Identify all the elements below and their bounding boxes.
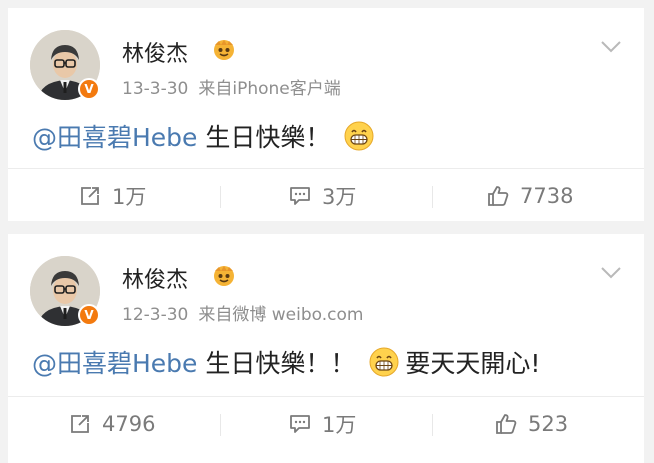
like-button[interactable]: 7738: [486, 174, 573, 218]
comment-count: 3万: [322, 185, 357, 209]
like-icon: [494, 412, 518, 436]
repost-button[interactable]: 1万: [78, 174, 146, 218]
repost-button[interactable]: 4796: [68, 402, 155, 446]
like-button[interactable]: 523: [494, 402, 568, 446]
author-name[interactable]: 林俊杰: [122, 36, 188, 68]
divider: [220, 414, 221, 436]
comment-button[interactable]: 3万: [288, 174, 356, 218]
comment-button[interactable]: 1万: [288, 402, 356, 446]
post-date: 12-3-30: [122, 305, 189, 325]
post-source: 来自微博 weibo.com: [198, 305, 364, 325]
post-text: @田喜碧Hebe 生日快樂！: [32, 118, 380, 154]
like-count: 7738: [520, 184, 574, 208]
member-crown-icon: [212, 37, 236, 61]
divider: [432, 186, 433, 208]
divider: [432, 414, 433, 436]
chevron-down-icon[interactable]: [600, 266, 622, 280]
member-crown-icon: [212, 263, 236, 287]
mention-link[interactable]: @田喜碧Hebe: [32, 123, 197, 152]
verified-badge-icon: V: [78, 304, 100, 326]
like-icon: [486, 184, 510, 208]
action-bar: 4796 1万 523: [8, 402, 644, 446]
mention-link[interactable]: @田喜碧Hebe: [32, 349, 197, 378]
repost-icon: [68, 412, 92, 436]
post-source: 来自iPhone客户端: [198, 79, 341, 99]
divider: [8, 168, 644, 169]
grin-emoji-icon: [344, 121, 374, 151]
like-count: 523: [528, 412, 569, 436]
post-text-main: 生日快樂！！: [197, 349, 356, 378]
weibo-post-card: V 林俊杰 13-3-30 来自iPhone客户端 @田喜碧Hebe 生日快樂！ …: [8, 8, 644, 221]
post-meta: 13-3-30 来自iPhone客户端: [122, 74, 341, 99]
chevron-down-icon[interactable]: [600, 40, 622, 54]
post-meta: 12-3-30 来自微博 weibo.com: [122, 300, 363, 325]
divider: [220, 186, 221, 208]
action-bar: 1万 3万 7738: [8, 174, 644, 218]
divider: [8, 396, 644, 397]
post-date: 13-3-30: [122, 79, 189, 99]
repost-count: 1万: [112, 185, 147, 209]
author-name[interactable]: 林俊杰: [122, 262, 188, 294]
post-text-main: 生日快樂！: [197, 123, 331, 152]
post-text-after: 要天天開心!: [405, 349, 541, 378]
post-text: @田喜碧Hebe 生日快樂！！ 要天天開心!: [32, 344, 540, 380]
comment-icon: [288, 412, 312, 436]
weibo-post-card: V 林俊杰 12-3-30 来自微博 weibo.com @田喜碧Hebe 生日快…: [8, 234, 644, 463]
grin-emoji-icon: [369, 347, 399, 377]
comment-count: 1万: [322, 413, 357, 437]
repost-icon: [78, 184, 102, 208]
repost-count: 4796: [102, 412, 156, 436]
comment-icon: [288, 184, 312, 208]
verified-badge-icon: V: [78, 78, 100, 100]
